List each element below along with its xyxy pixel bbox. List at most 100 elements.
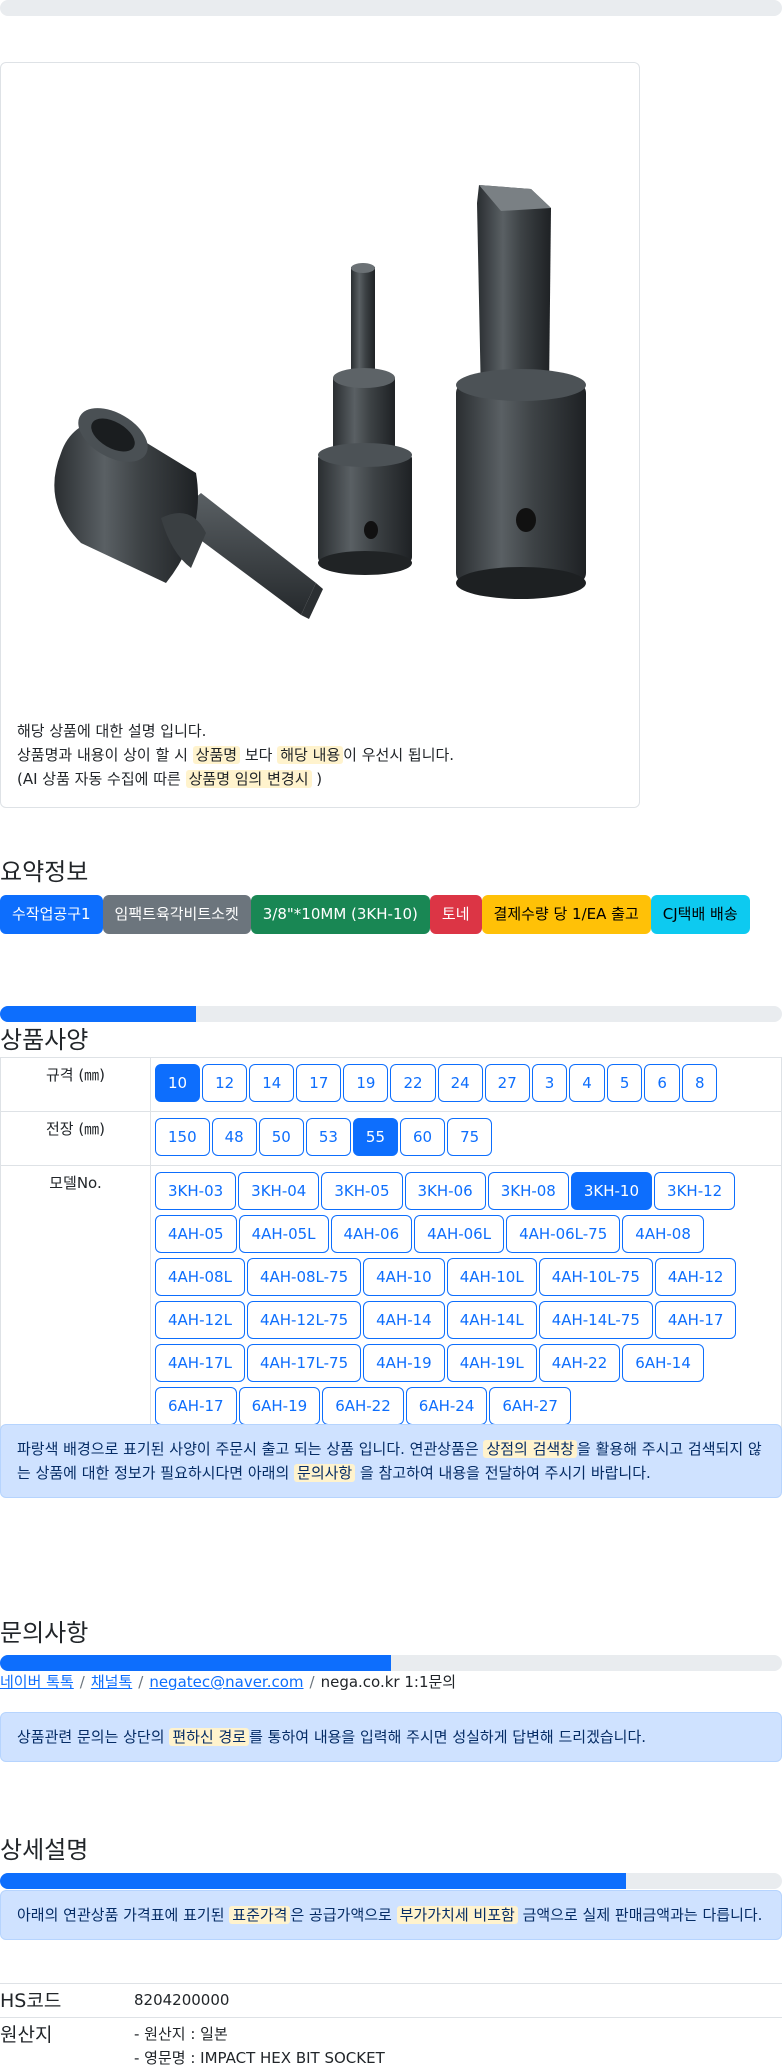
spec-option-button[interactable]: 50 <box>258 1118 304 1156</box>
spec-option-button[interactable]: 3KH-05 <box>321 1172 403 1210</box>
notice-text: 아래의 연관상품 가격표에 표기된 <box>17 1906 230 1924</box>
naver-talk-link[interactable]: 네이버 톡톡 <box>0 1673 74 1691</box>
spec-options: 150 48 50 53 55 60 75 <box>150 1111 782 1166</box>
summary-tag: 3/8"*10MM (3KH-10) <box>250 895 430 934</box>
spec-row: 전장 (㎜) 150 48 50 53 55 60 75 <box>0 1111 782 1166</box>
spec-option-button[interactable]: 3KH-04 <box>238 1172 320 1210</box>
spec-label: 규격 (㎜) <box>0 1057 151 1112</box>
spec-option-button[interactable]: 3 <box>531 1064 568 1102</box>
spec-option-button[interactable]: 17 <box>296 1064 342 1102</box>
origin-label: 원산지 <box>0 2024 53 2046</box>
spec-option-button[interactable]: 55 <box>352 1118 399 1156</box>
spec-option-button[interactable]: 14 <box>249 1064 295 1102</box>
spec-option-button[interactable]: 4AH-06L-75 <box>506 1215 621 1253</box>
spec-option-button[interactable]: 3KH-08 <box>487 1172 569 1210</box>
origin-row: 원산지 - 원산지 : 일본 - 영문명 : IMPACT HEX BIT SO… <box>0 2017 782 2069</box>
highlight: 표준가격 <box>229 1906 291 1924</box>
spec-option-button[interactable]: 4AH-05 <box>155 1215 237 1253</box>
socket-lying <box>54 408 323 619</box>
spec-option-button[interactable]: 5 <box>606 1064 643 1102</box>
spec-option-button[interactable]: 24 <box>437 1064 483 1102</box>
spec-option-button[interactable]: 60 <box>400 1118 446 1156</box>
spec-row: 규격 (㎜) 10 12 14 17 19 22 24 27 3 4 5 6 8 <box>0 1057 782 1112</box>
highlight: 해당 내용 <box>277 746 344 764</box>
spec-option-button[interactable]: 75 <box>447 1118 493 1156</box>
spec-option-button[interactable]: 27 <box>484 1064 530 1102</box>
spec-option-button[interactable]: 3KH-10 <box>570 1172 653 1210</box>
spec-option-button[interactable]: 4AH-14L <box>446 1301 537 1339</box>
spec-option-button[interactable]: 4AH-10 <box>363 1258 445 1296</box>
spec-option-button[interactable]: 48 <box>211 1118 257 1156</box>
spec-option-button[interactable]: 150 <box>155 1118 210 1156</box>
spec-option-button[interactable]: 4AH-08 <box>622 1215 704 1253</box>
spec-option-button[interactable]: 4AH-08L-75 <box>246 1258 362 1296</box>
product-notes: 해당 상품에 대한 설명 입니다. 상품명과 내용이 상이 할 시 상품명 보다… <box>17 719 454 791</box>
spec-row: 모델No. 3KH-03 3KH-04 3KH-05 3KH-06 3KH-08 3KH-1… <box>0 1165 782 1435</box>
origin-value: - 원산지 : 일본 - 영문명 : IMPACT HEX BIT SOCKET <box>134 2022 385 2069</box>
spec-option-button[interactable]: 6AH-14 <box>622 1344 704 1382</box>
spec-label: 모델No. <box>0 1165 151 1435</box>
spec-option-button[interactable]: 4AH-14L-75 <box>538 1301 653 1339</box>
spec-option-button[interactable]: 6AH-19 <box>238 1387 321 1425</box>
spec-option-button[interactable]: 10 <box>155 1064 201 1102</box>
progress-fill <box>0 1873 626 1889</box>
product-image <box>54 185 586 619</box>
spec-option-button[interactable]: 4AH-12L <box>155 1301 245 1339</box>
spec-option-button[interactable]: 4AH-12 <box>654 1258 737 1296</box>
note-text: 상품명과 내용이 상이 할 시 <box>17 746 193 764</box>
spec-option-button[interactable]: 4AH-06 <box>330 1215 413 1253</box>
email-link[interactable]: negatec@naver.com <box>149 1673 303 1691</box>
spec-option-button[interactable]: 4AH-10L <box>446 1258 537 1296</box>
summary-tag: 결제수량 당 1/EA 출고 <box>481 895 651 934</box>
spec-option-button[interactable]: 8 <box>681 1064 718 1102</box>
spec-option-button[interactable]: 4AH-06L <box>414 1215 505 1253</box>
option-group: 10 12 14 17 19 22 24 27 3 4 5 6 8 <box>155 1063 781 1106</box>
spec-option-button[interactable]: 53 <box>305 1118 351 1156</box>
spec-option-button[interactable]: 12 <box>202 1064 248 1102</box>
separator: / <box>138 1673 144 1691</box>
site-inquiry-text: nega.co.kr 1:1문의 <box>320 1673 457 1691</box>
note-line-3: (AI 상품 자동 수집에 따른 상품명 임의 변경시 ) <box>17 767 454 791</box>
hs-code-row: HS코드 8204200000 <box>0 1983 782 2017</box>
spec-option-button[interactable]: 6AH-22 <box>322 1387 404 1425</box>
spec-option-button[interactable]: 3KH-03 <box>155 1172 237 1210</box>
spec-option-button[interactable]: 4AH-19 <box>363 1344 445 1382</box>
spec-option-button[interactable]: 4AH-05L <box>238 1215 329 1253</box>
notice-text: 금액으로 실제 판매금액과는 다릅니다. <box>517 1906 763 1924</box>
inquiry-progress <box>0 1655 782 1671</box>
spec-option-button[interactable]: 4 <box>569 1064 605 1102</box>
spec-option-button[interactable]: 4AH-19L <box>446 1344 537 1382</box>
spec-option-button[interactable]: 4AH-17 <box>654 1301 737 1339</box>
spec-option-button[interactable]: 4AH-22 <box>538 1344 621 1382</box>
channel-talk-link[interactable]: 채널톡 <box>91 1673 132 1691</box>
spec-option-button[interactable]: 4AH-12L-75 <box>246 1301 362 1339</box>
spec-option-button[interactable]: 4AH-14 <box>363 1301 445 1339</box>
note-text: ) <box>311 770 323 788</box>
spec-options: 3KH-03 3KH-04 3KH-05 3KH-06 3KH-08 3KH-10 3KH-… <box>150 1165 782 1435</box>
origin-english-name: - 영문명 : IMPACT HEX BIT SOCKET <box>134 2049 385 2067</box>
note-text: 보다 <box>240 746 278 764</box>
highlight: 상품명 임의 변경시 <box>185 770 312 788</box>
specs-title: 상품사양 <box>0 1026 89 1054</box>
spec-options: 10 12 14 17 19 22 24 27 3 4 5 6 8 <box>150 1057 782 1112</box>
spec-option-button[interactable]: 4AH-10L-75 <box>538 1258 653 1296</box>
spec-option-button[interactable]: 4AH-08L <box>155 1258 245 1296</box>
spec-option-button[interactable]: 6 <box>644 1064 680 1102</box>
spec-option-button[interactable]: 3KH-06 <box>404 1172 486 1210</box>
spec-option-button[interactable]: 6AH-17 <box>155 1387 237 1425</box>
highlight: 편하신 경로 <box>169 1728 250 1746</box>
spec-option-button[interactable]: 4AH-17L-75 <box>246 1344 362 1382</box>
summary-tags: 수작업공구1 임팩트육각비트소켓 3/8"*10MM (3KH-10) 토네 결제수량 … <box>0 895 750 934</box>
notice-text: 을 참고하여 내용을 전달하여 주시기 바랍니다. <box>355 1464 651 1482</box>
spec-option-button[interactable]: 6AH-27 <box>489 1387 571 1425</box>
highlight: 부가가치세 비포함 <box>396 1906 518 1924</box>
inquiry-links: 네이버 톡톡 / 채널톡 / negatec@naver.com / nega.co.kr … <box>0 1671 456 1692</box>
spec-option-button[interactable]: 22 <box>390 1064 436 1102</box>
spec-option-button[interactable]: 3KH-12 <box>654 1172 736 1210</box>
spec-option-button[interactable]: 6AH-24 <box>405 1387 488 1425</box>
note-line-2: 상품명과 내용이 상이 할 시 상품명 보다 해당 내용 이 우선시 됩니다. <box>17 743 454 767</box>
note-text: (AI 상품 자동 수집에 따른 <box>17 770 186 788</box>
spec-label: 전장 (㎜) <box>0 1111 151 1166</box>
spec-option-button[interactable]: 4AH-17L <box>155 1344 245 1382</box>
spec-option-button[interactable]: 19 <box>343 1064 389 1102</box>
